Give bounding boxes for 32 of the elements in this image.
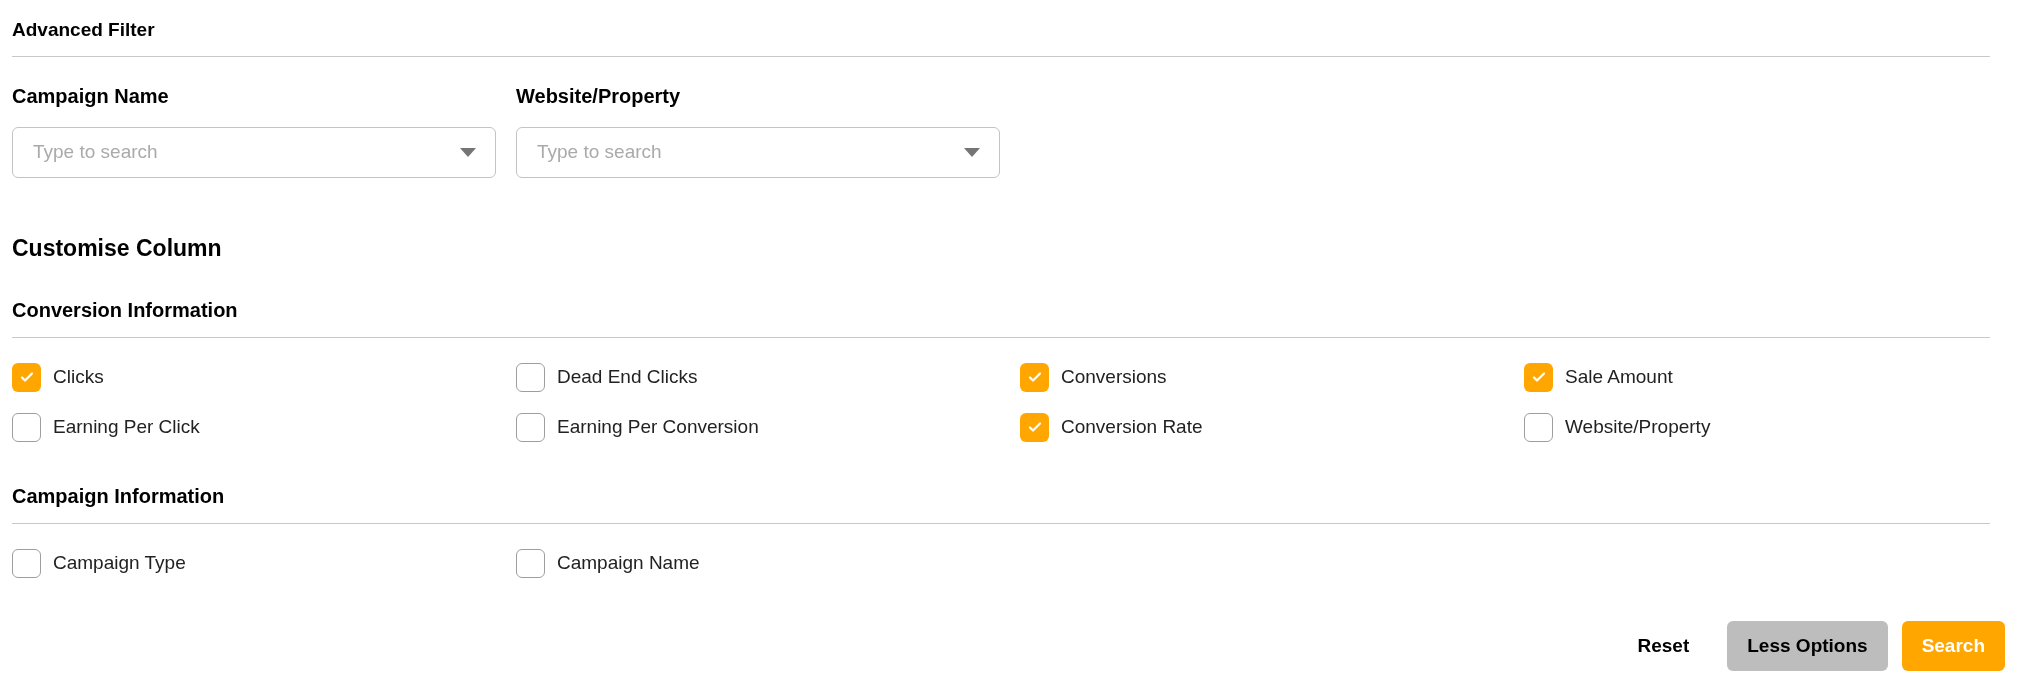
checkbox-label: Dead End Clicks	[557, 364, 698, 389]
section-title: Advanced Filter	[12, 18, 155, 42]
checkbox-label: Conversions	[1061, 364, 1167, 389]
checkbox[interactable]	[516, 548, 545, 578]
checkbox-label: Earning Per Conversion	[557, 414, 759, 439]
field-label: Campaign Name	[12, 83, 170, 109]
field-label: Website/Property	[516, 83, 682, 109]
checkbox[interactable]	[516, 412, 545, 442]
checkbox[interactable]	[516, 362, 545, 392]
checkbox[interactable]	[12, 412, 41, 442]
checkbox[interactable]	[12, 548, 41, 578]
group-heading: Conversion Information	[12, 298, 238, 323]
checkbox[interactable]	[1020, 362, 1049, 392]
action-button[interactable]: Reset	[1613, 621, 1714, 671]
checkbox[interactable]	[12, 362, 41, 392]
checkbox-label: Earning Per Click	[53, 414, 200, 439]
checkbox[interactable]	[1020, 412, 1049, 442]
group-heading: Campaign Information	[12, 484, 225, 509]
checkbox[interactable]	[1524, 362, 1553, 392]
checkbox-label: Conversion Rate	[1061, 414, 1203, 439]
search-dropdown[interactable]: Type to search	[516, 126, 1000, 178]
section-heading: Customise Column	[12, 233, 222, 263]
checkbox-label: Website/Property	[1565, 414, 1711, 439]
checkbox-label: Clicks	[53, 364, 104, 389]
checkbox-label: Campaign Name	[557, 550, 700, 575]
action-button[interactable]: Less Options	[1727, 621, 1888, 671]
search-dropdown[interactable]: Type to search	[12, 126, 496, 178]
caret-icon	[460, 147, 476, 157]
caret-icon	[964, 147, 980, 157]
checkbox-label: Sale Amount	[1565, 364, 1673, 389]
checkbox-label: Campaign Type	[53, 550, 186, 575]
checkbox[interactable]	[1524, 412, 1553, 442]
